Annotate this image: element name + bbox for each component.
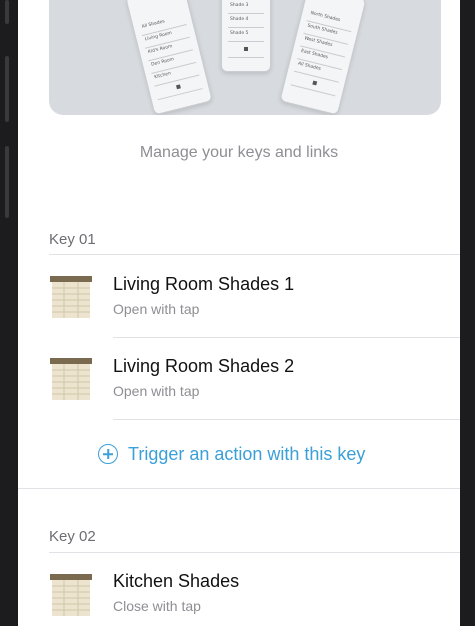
keypad-remote-middle: Shade 3 Shade 4 Shade 5 <box>221 0 271 72</box>
remote-key-label: Shade 4 <box>230 17 249 22</box>
list-item-title: Kitchen Shades <box>113 571 240 591</box>
shade-icon <box>50 358 92 400</box>
page-subtitle: Manage your keys and links <box>139 144 339 161</box>
remote-key-label: Shade 3 <box>230 3 249 8</box>
remote-key-label: West Shades <box>303 36 333 49</box>
list-item-living-room-shades-2[interactable]: Living Room Shades 2 Open with tap <box>18 339 460 419</box>
list-item-subtitle: Close with tap <box>113 598 201 614</box>
section-header-key-02: Key 02 <box>49 528 96 545</box>
section-divider <box>18 488 460 489</box>
remote-key-label: All Shades <box>141 19 166 30</box>
list-item-subtitle: Open with tap <box>113 301 200 317</box>
plus-circle-icon <box>98 444 118 464</box>
section-divider <box>49 552 460 553</box>
remote-key-label: Shade 5 <box>230 31 249 36</box>
keypad-hero-image: All Shades Living Room Kid's Room Den Ro… <box>49 0 441 115</box>
phone-volume-up-button <box>5 56 9 122</box>
phone-volume-down-button <box>5 146 9 218</box>
section-divider <box>49 254 460 255</box>
keypad-remote-right: North Shades South Shades West Shades Ea… <box>279 0 367 115</box>
row-divider <box>113 337 460 338</box>
list-item-title: Living Room Shades 2 <box>113 356 295 376</box>
shade-icon <box>50 276 92 318</box>
keypad-remote-left: All Shades Living Room Kid's Room Den Ro… <box>125 0 213 115</box>
trigger-action-button[interactable]: Trigger an action with this key <box>98 441 365 467</box>
list-item-kitchen-shades[interactable]: Kitchen Shades Close with tap <box>18 554 460 626</box>
list-item-subtitle: Open with tap <box>113 383 200 399</box>
phone-side-button <box>5 0 9 24</box>
shade-icon <box>50 574 92 616</box>
row-divider <box>113 419 460 420</box>
list-item-living-room-shades-1[interactable]: Living Room Shades 1 Open with tap <box>18 256 460 336</box>
trigger-action-label: Trigger an action with this key <box>128 443 366 464</box>
list-item-title: Living Room Shades 1 <box>113 274 295 294</box>
section-header-key-01: Key 01 <box>49 231 96 248</box>
keys-screen: All Shades Living Room Kid's Room Den Ro… <box>18 0 460 626</box>
